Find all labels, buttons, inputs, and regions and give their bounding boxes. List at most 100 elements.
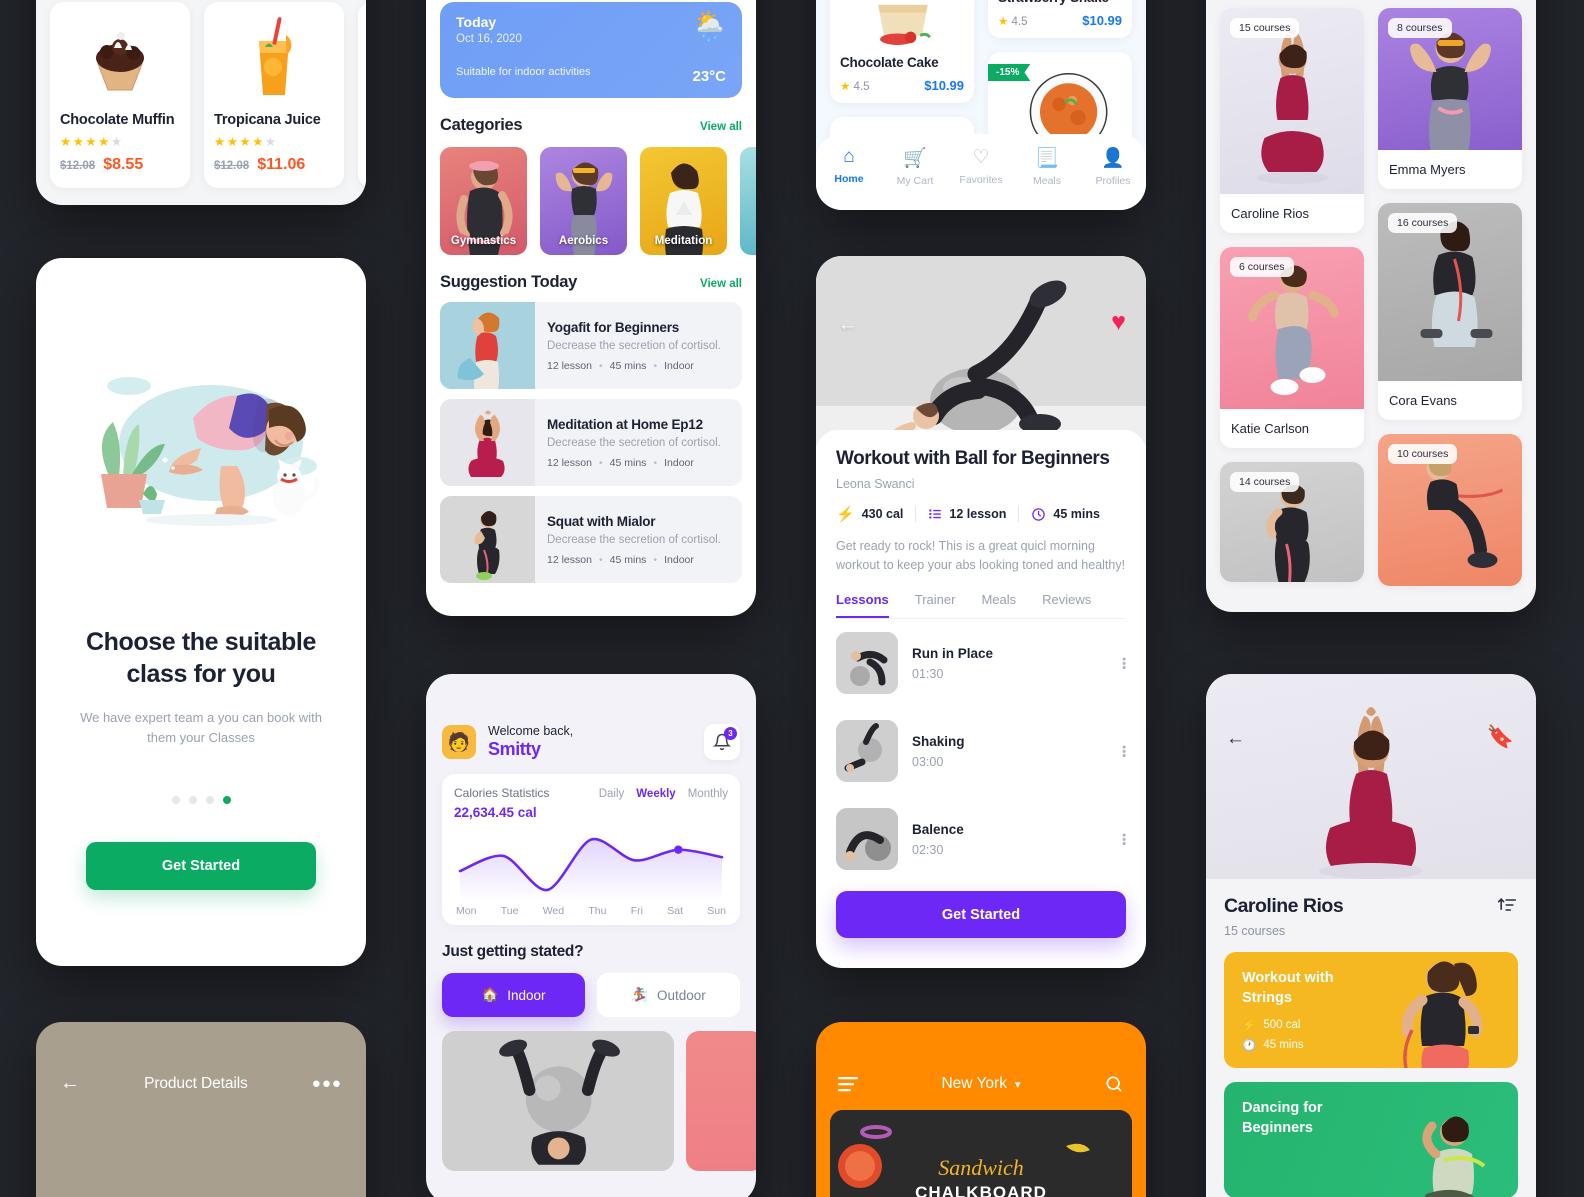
lesson-title: Shaking bbox=[912, 733, 965, 749]
more-vertical-icon[interactable]: ••• bbox=[1117, 657, 1131, 670]
page-title: Product Details bbox=[144, 1074, 248, 1092]
tab-label: Profiles bbox=[1095, 175, 1131, 187]
range-tab-weekly[interactable]: Weekly bbox=[636, 788, 675, 800]
hamburger-icon[interactable] bbox=[838, 1076, 858, 1092]
chocolate-muffin-image bbox=[60, 12, 180, 104]
food-card-row: Chocolate Muffin ★★★★★ $12.08 $8.55 Trop… bbox=[36, 0, 366, 188]
promo-banner[interactable]: Sandwich CHALKBOARD VECTOR BACKGROUND bbox=[830, 1110, 1132, 1197]
calories-line-chart bbox=[458, 837, 724, 901]
product-image bbox=[36, 1142, 366, 1197]
tab-lessons[interactable]: Lessons bbox=[836, 592, 889, 618]
tab-home[interactable]: ⌂ Home bbox=[816, 146, 882, 185]
suggestion-body: Meditation at Home Ep12 Decrease the sec… bbox=[547, 417, 729, 469]
food-card[interactable]: Strawberry Shake ★ 4.5 $10.99 bbox=[988, 0, 1132, 38]
trainer-photo: 10 courses bbox=[1378, 434, 1522, 586]
category-card[interactable]: Gymnastics bbox=[440, 147, 527, 255]
food-list-screen: Chocolate Muffin ★★★★★ $12.08 $8.55 Trop… bbox=[36, 0, 366, 205]
get-started-button[interactable]: Get Started bbox=[836, 891, 1126, 938]
category-card[interactable]: Aerobics bbox=[540, 147, 627, 255]
suggestion-item[interactable]: Yogafit for Beginners Decrease the secre… bbox=[440, 302, 742, 389]
pagination-dot-active[interactable] bbox=[222, 796, 231, 804]
lesson-row[interactable]: Shaking 03:00 ••• bbox=[836, 707, 1131, 795]
lesson-row[interactable]: Run in Place 01:30 ••• bbox=[836, 619, 1131, 707]
tab-label: My Cart bbox=[896, 175, 934, 187]
trainer-card[interactable]: 15 courses Caroline Rios bbox=[1220, 8, 1364, 233]
trainer-card[interactable]: 10 courses bbox=[1378, 434, 1522, 586]
activity-photo[interactable] bbox=[442, 1031, 675, 1171]
divider bbox=[1018, 506, 1020, 522]
price-row: $12.08 $8.55 bbox=[60, 156, 180, 174]
get-started-button[interactable]: Get Started bbox=[86, 842, 316, 890]
food-card[interactable]: Chocolate Muffin ★★★★★ $12.08 $8.55 bbox=[50, 2, 190, 188]
cart-icon: 🛒 bbox=[903, 148, 927, 169]
lesson-thumb bbox=[836, 808, 898, 870]
more-horizontal-icon[interactable]: ●●● bbox=[312, 1075, 342, 1092]
home-feed-screen: Today Oct 16, 2020 Suitable for indoor a… bbox=[426, 0, 756, 616]
tab-favorites[interactable]: ♡ Favorites bbox=[948, 146, 1014, 186]
range-tab-daily[interactable]: Daily bbox=[599, 788, 625, 800]
course-card[interactable]: Workout with Strings ⚡ 500 cal 🕐 45 mins bbox=[1224, 952, 1518, 1068]
product-details-screen: ← Product Details ●●● bbox=[36, 1022, 366, 1197]
trainer-card[interactable]: 8 courses Emma Myers bbox=[1378, 8, 1522, 189]
tab-reviews[interactable]: Reviews bbox=[1042, 592, 1091, 618]
pagination-dot[interactable] bbox=[188, 796, 197, 804]
trainer-card[interactable]: 6 courses Katie Carlson bbox=[1220, 247, 1364, 448]
food-card[interactable]: Chocolate Cake ★ 4.5 $10.99 bbox=[830, 0, 974, 103]
stat-duration: 45 mins bbox=[1031, 507, 1100, 522]
notification-button[interactable]: 3 bbox=[704, 724, 740, 760]
lesson-row[interactable]: Balence 02:30 ••• bbox=[836, 795, 1131, 883]
squat-woman-photo bbox=[474, 510, 500, 580]
star-icon: ★ bbox=[998, 15, 1009, 28]
range-tab-monthly[interactable]: Monthly bbox=[688, 788, 728, 800]
calories-chart bbox=[454, 826, 728, 901]
more-vertical-icon[interactable]: ••• bbox=[1117, 745, 1131, 758]
pagination-dot[interactable] bbox=[171, 796, 180, 804]
food-card[interactable]: Tropicana Juice ★★★★★ $12.08 $11.06 bbox=[204, 2, 344, 188]
weather-note: Suitable for indoor activities bbox=[456, 66, 591, 78]
x-tick: Wed bbox=[542, 905, 565, 917]
tab-trainer[interactable]: Trainer bbox=[915, 592, 956, 618]
course-card[interactable]: Dancing for Beginners bbox=[1224, 1082, 1518, 1197]
user-avatar-icon[interactable]: 🧑 bbox=[442, 725, 476, 759]
workout-title: Workout with Ball for Beginners bbox=[836, 448, 1110, 469]
view-all-link[interactable]: View all bbox=[700, 278, 742, 290]
course-title: Dancing for Beginners bbox=[1242, 1100, 1323, 1136]
courses-badge: 10 courses bbox=[1388, 444, 1458, 464]
suggestion-item[interactable]: Meditation at Home Ep12 Decrease the sec… bbox=[440, 399, 742, 486]
category-card[interactable]: Meditation bbox=[640, 147, 727, 255]
trainer-card[interactable]: 16 courses Cora Evans bbox=[1378, 203, 1522, 420]
back-arrow-icon[interactable]: ← bbox=[60, 1072, 80, 1095]
tab-profiles[interactable]: 👤 Profiles bbox=[1080, 146, 1146, 187]
welcome-line: Welcome back, bbox=[488, 724, 574, 738]
trainer-card[interactable]: 14 courses bbox=[1220, 462, 1364, 582]
courses-count: 15 courses bbox=[1224, 924, 1286, 938]
back-arrow-icon[interactable]: ← bbox=[838, 314, 857, 336]
bottom-tabbar: ⌂ Home 🛒 My Cart ♡ Favorites 📃 Meals 👤 P… bbox=[816, 134, 1146, 210]
stat-calories: ⚡ 430 cal bbox=[836, 505, 903, 523]
tab-my-cart[interactable]: 🛒 My Cart bbox=[882, 146, 948, 187]
category-card[interactable] bbox=[740, 147, 756, 255]
view-all-link[interactable]: View all bbox=[700, 121, 742, 133]
bookmark-filled-icon[interactable]: 🔖 bbox=[1487, 724, 1514, 750]
suggestion-body: Squat with Mialor Decrease the secretion… bbox=[547, 514, 729, 566]
sort-ascending-icon[interactable] bbox=[1496, 895, 1518, 915]
courses-badge: 8 courses bbox=[1388, 18, 1452, 38]
more-vertical-icon[interactable]: ••• bbox=[1117, 833, 1131, 846]
suggestion-desc: Decrease the secretion of cortisol. bbox=[547, 436, 721, 449]
stat-value: 45 mins bbox=[1053, 507, 1100, 521]
outdoor-button[interactable]: 🏂 Outdoor bbox=[597, 973, 740, 1017]
back-arrow-icon[interactable]: ← bbox=[1226, 728, 1245, 750]
tab-label: Home bbox=[834, 173, 864, 185]
indoor-label: Indoor bbox=[507, 987, 546, 1003]
activity-photo[interactable] bbox=[686, 1031, 756, 1171]
tab-meals[interactable]: 📃 Meals bbox=[1014, 146, 1080, 187]
tab-meals[interactable]: Meals bbox=[981, 592, 1016, 618]
suggestion-item[interactable]: Squat with Mialor Decrease the secretion… bbox=[440, 496, 742, 583]
pagination-dot[interactable] bbox=[205, 796, 214, 804]
food-card[interactable]: Cho ★★ $12. bbox=[358, 2, 366, 188]
weather-card[interactable]: Today Oct 16, 2020 Suitable for indoor a… bbox=[440, 2, 742, 98]
heart-filled-icon[interactable]: ♥ bbox=[1111, 308, 1126, 337]
search-icon[interactable] bbox=[1104, 1074, 1124, 1094]
city-selector[interactable]: New York ▾ bbox=[858, 1075, 1104, 1093]
indoor-button[interactable]: 🏠 Indoor bbox=[442, 973, 585, 1017]
